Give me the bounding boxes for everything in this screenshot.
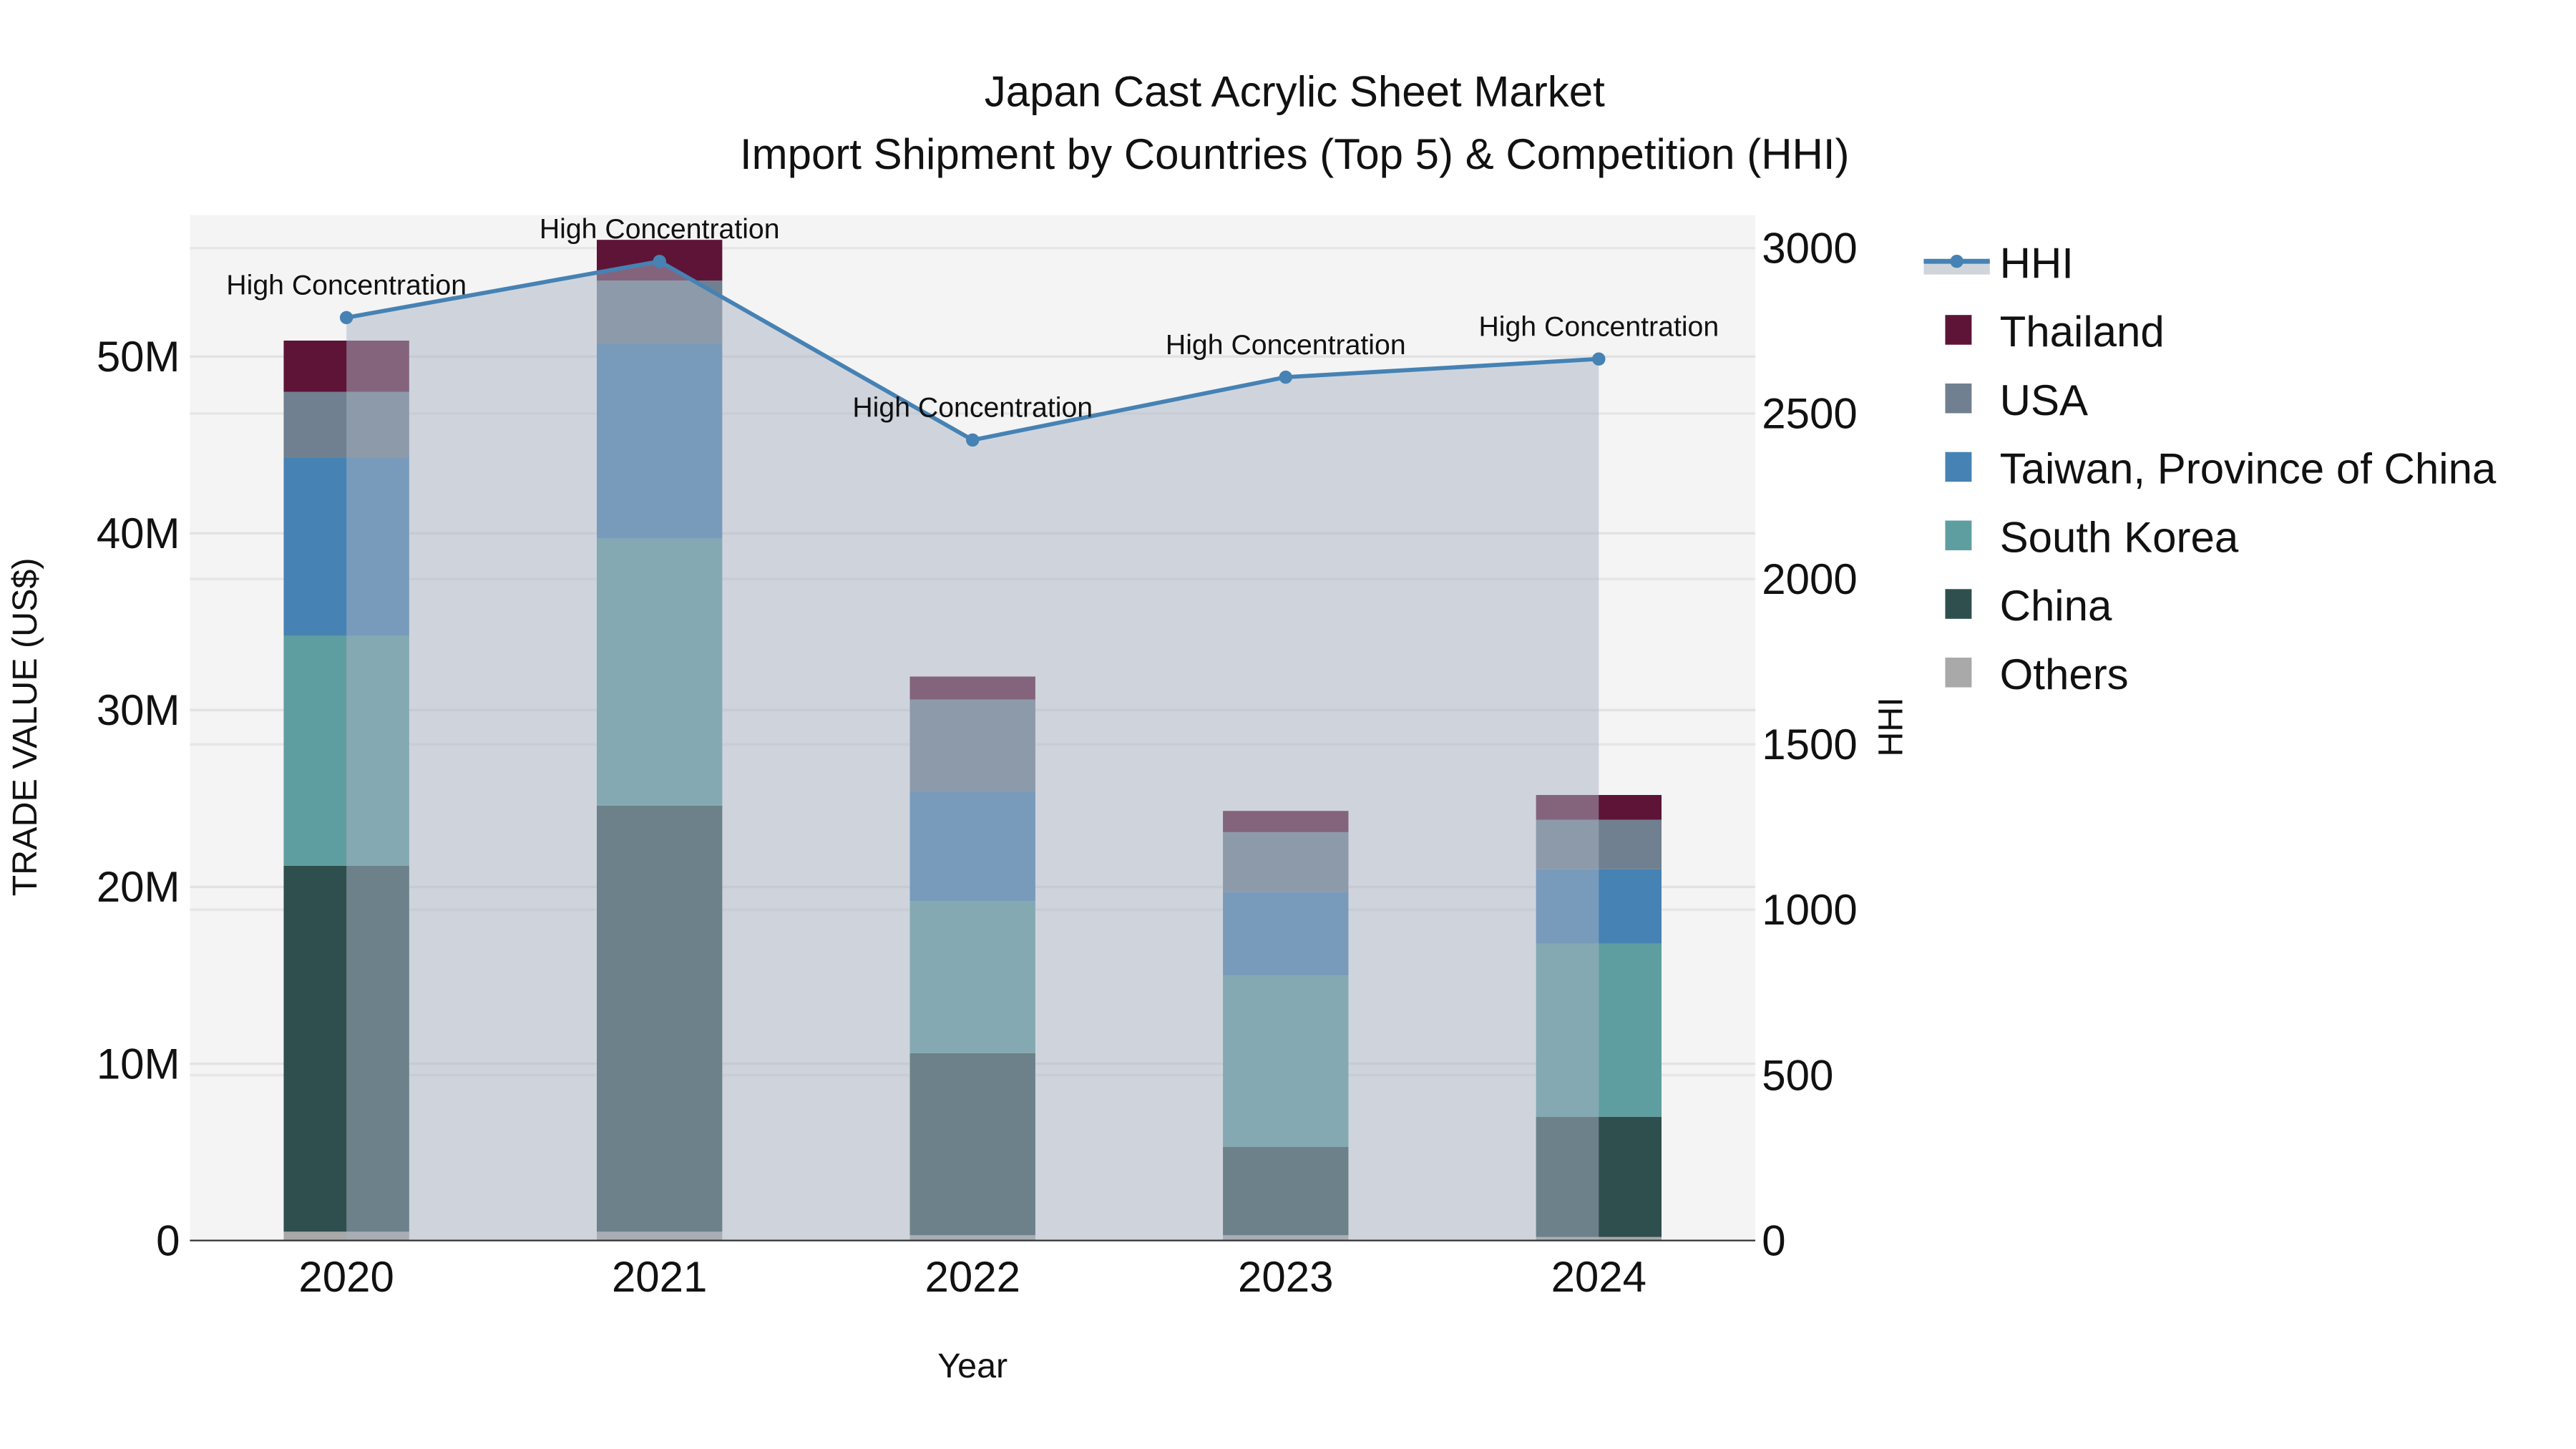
x-axis-label: Year	[937, 1347, 1008, 1385]
chart-title: Japan Cast Acrylic Sheet Market	[985, 67, 1605, 115]
legend-swatch	[1945, 383, 1972, 414]
y2-tick-label: 2500	[1762, 390, 1857, 438]
y-tick-label: 40M	[97, 509, 180, 557]
y2-tick-label: 3000	[1762, 225, 1857, 273]
legend: HHI Thailand USA Taiwan, Province of China S…	[1923, 239, 2497, 698]
y-tick-label: 50M	[97, 333, 180, 381]
hhi-point	[1592, 352, 1606, 366]
y2-tick-label: 1000	[1762, 886, 1857, 934]
x-tick-label: 2024	[1551, 1253, 1646, 1301]
legend-swatch	[1945, 520, 1972, 551]
legend-swatch	[1945, 452, 1972, 482]
y2-tick-label: 500	[1762, 1051, 1833, 1099]
y2-axis-label: HHI	[1871, 697, 1910, 756]
y-tick-label: 10M	[97, 1040, 180, 1088]
legend-label: Thailand	[2000, 308, 2165, 356]
y-tick-label: 30M	[97, 686, 180, 734]
y2-tick-label: 0	[1762, 1216, 1785, 1264]
x-tick-label: 2023	[1238, 1253, 1333, 1301]
hhi-annotation: High Concentration	[226, 270, 467, 301]
y-tick-label: 20M	[97, 863, 180, 911]
y2-tick-label: 1500	[1762, 721, 1857, 769]
legend-label: Others	[2000, 650, 2129, 698]
legend-label: HHI	[2000, 239, 2074, 287]
chart-subtitle: Import Shipment by Countries (Top 5) & C…	[740, 130, 1850, 178]
legend-swatch	[1945, 658, 1972, 688]
chart: Japan Cast Acrylic Sheet Market Import S…	[6, 67, 2497, 1385]
x-axis-ticks: 2020 2021 2022 2023 2024	[298, 1253, 1646, 1301]
y2-axis-ticks: 0 500 1000 1500 2000 2500 3000	[1762, 225, 1857, 1265]
x-tick-label: 2020	[298, 1253, 394, 1301]
legend-label: Taiwan, Province of China	[2000, 445, 2497, 493]
y-axis-label: TRADE VALUE (US$)	[6, 557, 44, 896]
legend-label: South Korea	[2000, 513, 2239, 561]
hhi-annotation: High Concentration	[1478, 311, 1719, 342]
y-axis-ticks: 0 10M 20M 30M 40M 50M	[97, 333, 180, 1264]
hhi-annotation: High Concentration	[540, 213, 780, 245]
hhi-point	[339, 311, 353, 325]
hhi-annotation: High Concentration	[852, 392, 1093, 424]
hhi-point	[1279, 370, 1292, 384]
hhi-point	[966, 433, 980, 447]
legend-swatch-hhi-point	[1950, 254, 1963, 268]
y-tick-label: 0	[156, 1216, 180, 1264]
x-tick-label: 2021	[612, 1253, 707, 1301]
y2-tick-label: 2000	[1762, 555, 1857, 603]
hhi-annotation: High Concentration	[1166, 329, 1406, 361]
legend-swatch	[1945, 589, 1972, 619]
legend-label: China	[2000, 582, 2112, 630]
hhi-point	[653, 255, 666, 268]
legend-swatch	[1945, 315, 1972, 345]
legend-label: USA	[2000, 376, 2088, 424]
x-tick-label: 2022	[924, 1253, 1020, 1301]
